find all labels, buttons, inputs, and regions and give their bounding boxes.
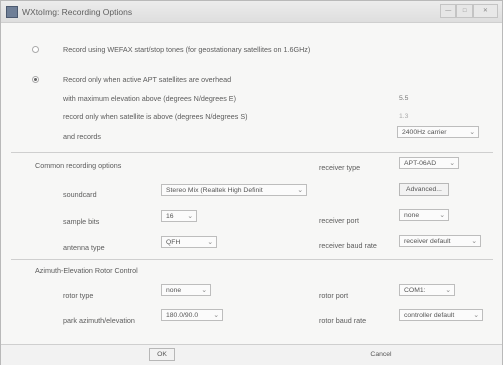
receiver-baud-select-value: receiver default — [404, 238, 451, 245]
chevron-down-icon: ⌄ — [473, 312, 479, 319]
receiver-port-select-value: none — [404, 212, 420, 219]
chevron-down-icon: ⌄ — [439, 212, 445, 219]
chevron-down-icon: ⌄ — [187, 213, 193, 220]
rotor-port-select-value: COM1: — [404, 287, 426, 294]
button-bar: OK Cancel — [1, 344, 502, 365]
ok-button[interactable]: OK — [149, 348, 175, 361]
sample-bits-select[interactable]: 16 ⌄ — [161, 210, 197, 222]
chevron-down-icon: ⌄ — [213, 312, 219, 319]
max-elevation-label: with maximum elevation above (degrees N/… — [63, 94, 236, 103]
chevron-down-icon: ⌄ — [445, 287, 451, 294]
receiver-port-label: receiver port — [319, 216, 359, 225]
antenna-type-select-value: QFH — [166, 239, 181, 246]
chevron-down-icon: ⌄ — [207, 239, 213, 246]
chevron-down-icon: ⌄ — [449, 160, 455, 167]
cancel-button[interactable]: Cancel — [361, 348, 401, 361]
rotor-port-select[interactable]: COM1: ⌄ — [399, 284, 455, 296]
maximize-button[interactable]: □ — [456, 4, 473, 18]
close-button[interactable]: ✕ — [472, 4, 498, 18]
receiver-type-label: receiver type — [319, 163, 361, 172]
title-bar[interactable]: WXtoImg: Recording Options — □ ✕ — [1, 1, 502, 23]
rotor-control-heading: Azimuth-Elevation Rotor Control — [35, 266, 138, 275]
advanced-button[interactable]: Advanced... — [399, 183, 449, 196]
antenna-type-label: antenna type — [63, 243, 105, 252]
window-title: WXtoImg: Recording Options — [22, 7, 133, 17]
rotor-baud-select-value: controller default — [404, 312, 455, 319]
and-records-label: and records — [63, 132, 101, 141]
receiver-type-select[interactable]: APT-06AD ⌄ — [399, 157, 459, 169]
receiver-baud-select[interactable]: receiver default ⌄ — [399, 235, 481, 247]
apt-label: Record only when active APT satellites a… — [63, 75, 232, 84]
recording-options-window: WXtoImg: Recording Options — □ ✕ Record … — [0, 0, 503, 365]
common-options-heading: Common recording options — [35, 161, 122, 170]
antenna-type-select[interactable]: QFH ⌄ — [161, 236, 217, 248]
min-elevation-label: record only when satellite is above (deg… — [63, 112, 248, 121]
rotor-type-select-value: none — [166, 287, 182, 294]
chevron-down-icon: ⌄ — [297, 187, 303, 194]
rotor-baud-label: rotor baud rate — [319, 316, 367, 325]
minimize-button[interactable]: — — [440, 4, 457, 18]
records-select-value: 2400Hz carrier — [402, 129, 447, 136]
min-elevation-input[interactable]: 1.3 — [399, 111, 439, 122]
park-select[interactable]: 180.0/90.0 ⌄ — [161, 309, 223, 321]
wefax-label: Record using WEFAX start/stop tones (for… — [63, 45, 311, 54]
rotor-type-label: rotor type — [63, 291, 94, 300]
receiver-port-select[interactable]: none ⌄ — [399, 209, 449, 221]
soundcard-label: soundcard — [63, 190, 97, 199]
receiver-baud-label: receiver baud rate — [319, 241, 377, 250]
max-elevation-input[interactable]: 5.5 — [399, 93, 439, 104]
app-icon — [6, 6, 18, 18]
sample-bits-select-value: 16 — [166, 213, 174, 220]
park-select-value: 180.0/90.0 — [166, 312, 199, 319]
wefax-radio[interactable] — [32, 46, 39, 53]
rotor-baud-select[interactable]: controller default ⌄ — [399, 309, 483, 321]
caption-buttons: — □ ✕ — [440, 4, 498, 18]
rotor-type-select[interactable]: none ⌄ — [161, 284, 211, 296]
apt-radio[interactable] — [32, 76, 39, 83]
chevron-down-icon: ⌄ — [469, 129, 475, 136]
separator-2 — [11, 259, 493, 260]
separator-1 — [11, 152, 493, 153]
rotor-port-label: rotor port — [319, 291, 349, 300]
chevron-down-icon: ⌄ — [201, 287, 207, 294]
soundcard-select-value: Stereo Mix (Realtek High Definit — [166, 187, 263, 194]
park-label: park azimuth/elevation — [63, 316, 135, 325]
records-select[interactable]: 2400Hz carrier ⌄ — [397, 126, 479, 138]
sample-bits-label: sample bits — [63, 217, 100, 226]
chevron-down-icon: ⌄ — [471, 238, 477, 245]
receiver-type-select-value: APT-06AD — [404, 160, 437, 167]
soundcard-select[interactable]: Stereo Mix (Realtek High Definit ⌄ — [161, 184, 307, 196]
